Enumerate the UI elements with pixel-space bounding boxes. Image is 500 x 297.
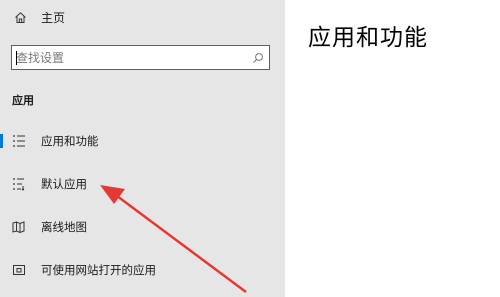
sidebar-item-apps-for-websites[interactable]: 可使用网站打开的应用	[0, 256, 285, 284]
sidebar-item-default-apps[interactable]: 默认应用	[0, 170, 285, 198]
sidebar-item-apps-features[interactable]: 应用和功能	[0, 127, 285, 155]
map-icon	[12, 221, 25, 234]
page-title: 应用和功能	[308, 25, 428, 52]
default-apps-icon	[13, 178, 25, 191]
main-content: 应用和功能	[285, 0, 500, 297]
sidebar-item-offline-maps[interactable]: 离线地图	[0, 213, 285, 241]
home-nav-item[interactable]: 主页	[14, 7, 65, 27]
settings-sidebar: 主页 应用 应用和功能	[0, 0, 285, 297]
search-box[interactable]	[11, 45, 270, 70]
section-title-apps: 应用	[12, 94, 34, 107]
sidebar-item-label: 可使用网站打开的应用	[41, 263, 156, 277]
home-label: 主页	[41, 10, 66, 25]
open-in-app-icon	[13, 265, 25, 275]
text-cursor	[16, 51, 17, 65]
search-icon[interactable]	[247, 46, 269, 69]
list-icon	[13, 135, 25, 147]
home-icon	[15, 11, 26, 23]
sidebar-item-label: 默认应用	[41, 177, 87, 191]
active-indicator	[0, 134, 3, 148]
search-input[interactable]	[12, 47, 247, 68]
sidebar-item-label: 应用和功能	[41, 134, 99, 148]
sidebar-item-label: 离线地图	[41, 220, 87, 234]
